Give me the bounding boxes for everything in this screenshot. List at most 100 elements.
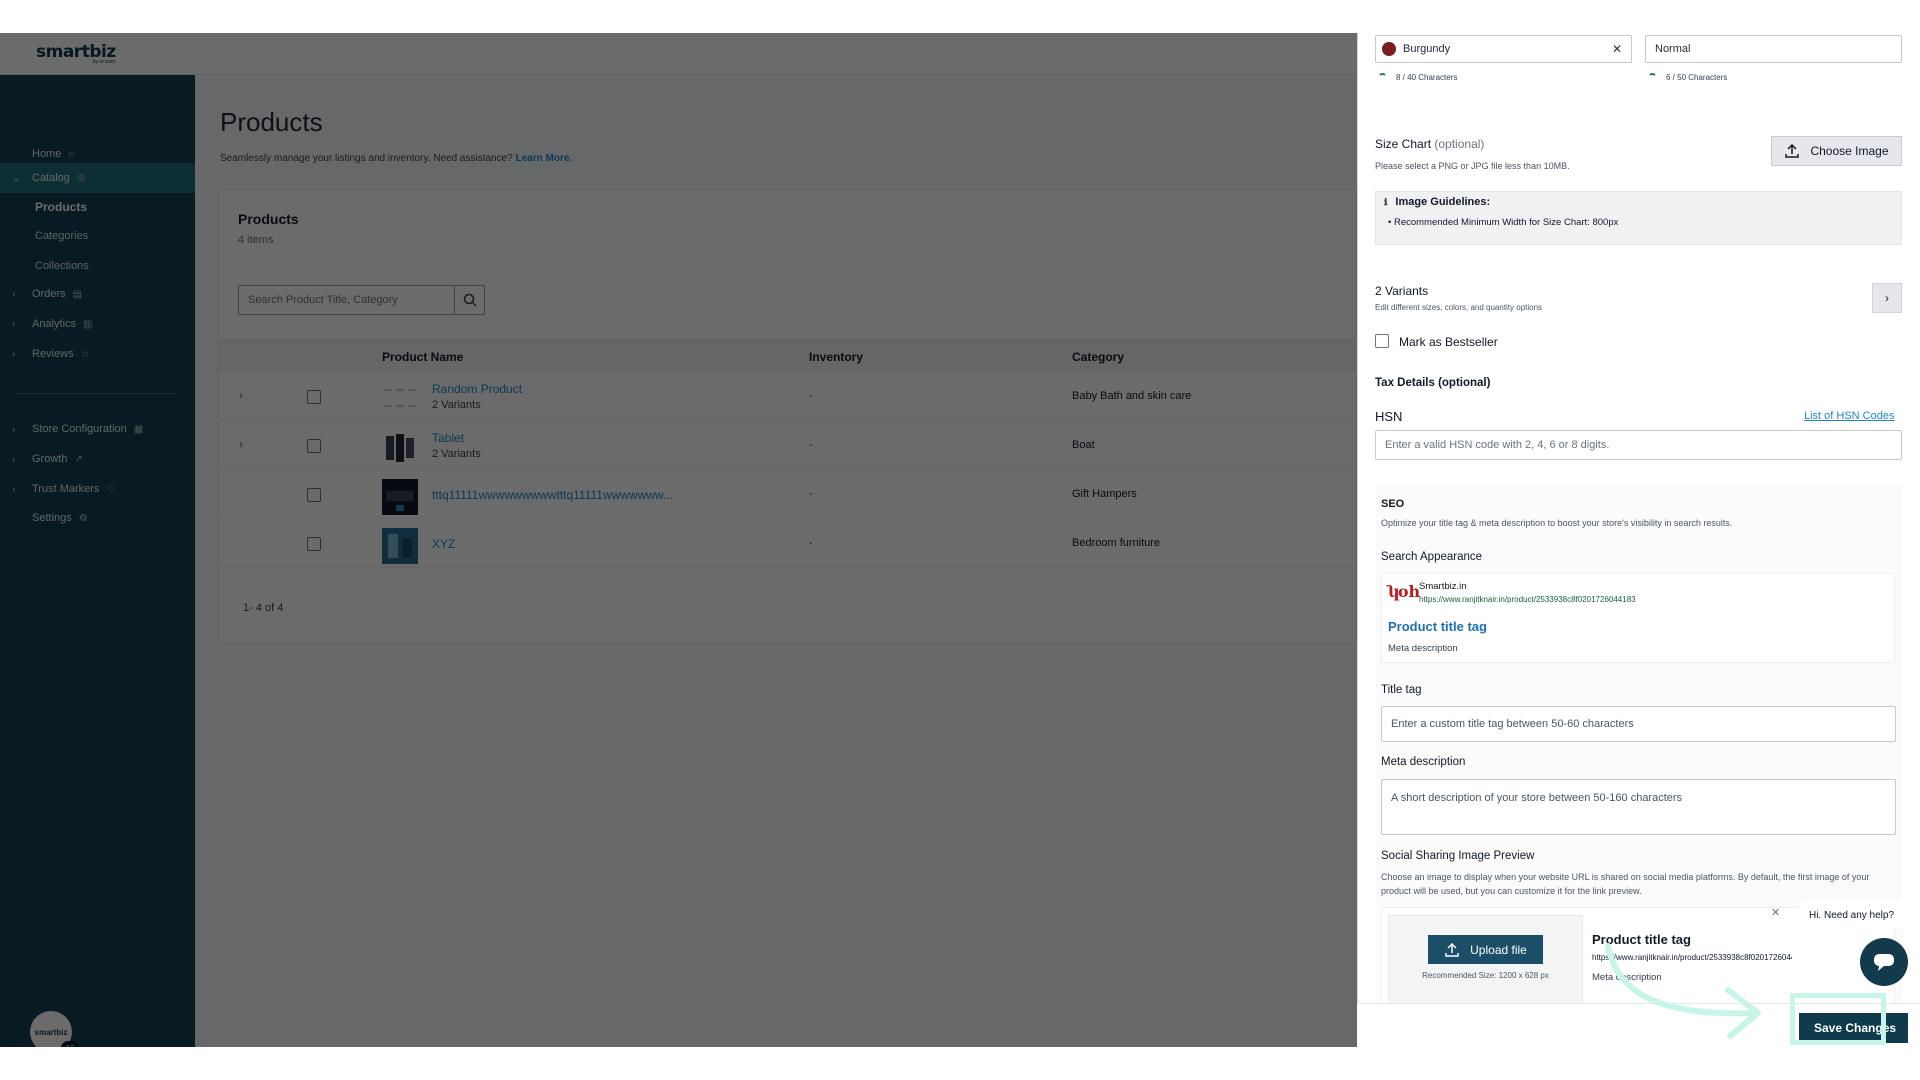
color-swatch [1382, 42, 1396, 56]
row-checkbox[interactable] [307, 488, 321, 502]
guidelines-title: ℹ Image Guidelines: [1384, 196, 1490, 208]
search-button[interactable] [454, 285, 485, 315]
hsn-label: HSN [1375, 409, 1403, 424]
row-checkbox[interactable] [307, 439, 321, 453]
bar-chart-icon: ▥ [83, 318, 93, 330]
size-chart-label: Size Chart (optional) [1375, 137, 1484, 151]
product-name-link[interactable]: XYZ [432, 537, 455, 551]
sidebar: Home ⌂ ⌄ Catalog ◎ Products Categories C… [0, 75, 195, 1047]
upload-icon [1785, 143, 1800, 158]
social-sharing-label: Social Sharing Image Preview [1381, 850, 1535, 862]
fit-type-field[interactable]: Normal [1645, 35, 1902, 63]
meta-description-textarea[interactable]: A short description of your store betwee… [1381, 779, 1896, 835]
title-tag-label: Title tag [1381, 684, 1422, 696]
row-checkbox[interactable] [307, 390, 321, 404]
expand-row-icon[interactable]: › [239, 388, 243, 402]
page-subtitle: Seamlessly manage your listings and inve… [220, 153, 572, 164]
chevron-down-icon: ⌄ [12, 172, 21, 184]
preview-site-name: Smartbiz.in [1419, 581, 1467, 592]
sidebar-item-catalog[interactable]: ⌄ Catalog ◎ [0, 163, 195, 193]
chevron-right-icon: › [12, 423, 16, 435]
fit-char-counter: 6 / 50 Characters [1648, 73, 1727, 82]
category-value: Gift Hampers [1072, 488, 1137, 500]
size-chart-help: Please select a PNG or JPG file less tha… [1375, 161, 1570, 171]
table-row[interactable]: tttq11111wwwwwwwwwtttq11111wwwwwww... - … [219, 470, 1358, 519]
table-row[interactable]: › Random Product 2 Variants - Baby Bath … [219, 372, 1358, 421]
smartbiz-logo[interactable]: smartbiz by amazon [36, 42, 116, 65]
chat-icon [1874, 954, 1894, 971]
sidebar-item-label: Orders [32, 288, 66, 300]
hsn-input[interactable]: Enter a valid HSN code with 2, 4, 6 or 8… [1375, 430, 1902, 460]
upload-icon [1445, 942, 1459, 957]
learn-more-link[interactable]: Learn More. [516, 153, 573, 164]
choose-image-button[interactable]: Choose Image [1771, 136, 1902, 166]
sidebar-subitem-categories[interactable]: Categories [35, 230, 88, 242]
guidelines-title-text: Image Guidelines: [1395, 196, 1491, 208]
sidebar-subitem-products[interactable]: Products [35, 200, 87, 214]
variant-count: 2 Variants [432, 448, 481, 460]
sidebar-item-analytics[interactable]: › Analytics ▥ [0, 309, 195, 339]
hsn-codes-link[interactable]: List of HSN Codes [1804, 410, 1894, 422]
product-thumbnail [386, 434, 414, 462]
table-row[interactable]: › Tablet 2 Variants - Boat [219, 421, 1358, 470]
column-header-inventory[interactable]: Inventory [809, 350, 863, 364]
close-chat-prompt-icon[interactable]: ✕ [1771, 906, 1785, 922]
chat-launcher-button[interactable] [1860, 938, 1908, 986]
sidebar-item-label: Growth [32, 453, 68, 465]
sidebar-item-label: Store Configuration [32, 423, 127, 435]
progress-ring-icon [1648, 73, 1657, 82]
variant-count: 2 Variants [432, 399, 481, 411]
product-name-link[interactable]: Random Product [432, 382, 522, 396]
bestseller-checkbox[interactable] [1375, 334, 1389, 348]
color-char-counter: 8 / 40 Characters [1378, 73, 1457, 82]
product-name-link[interactable]: tttq11111wwwwwwwwwtttq11111wwwwwww... [432, 488, 673, 502]
color-name-field[interactable]: Burgundy ✕ [1375, 35, 1632, 63]
column-header-product-name[interactable]: Product Name [382, 350, 463, 364]
chevron-right-icon: › [12, 483, 16, 495]
sidebar-subitem-collections[interactable]: Collections [35, 260, 89, 272]
seo-title: SEO [1381, 498, 1405, 510]
counter-text: 8 / 40 Characters [1396, 73, 1458, 82]
title-tag-input[interactable]: Enter a custom title tag between 50-60 c… [1381, 706, 1896, 742]
variants-help: Edit different sizes, colors, and quanti… [1375, 303, 1543, 312]
row-checkbox[interactable] [307, 537, 321, 551]
product-thumbnail [384, 389, 416, 407]
guidelines-item: • Recommended Minimum Width for Size Cha… [1388, 217, 1619, 228]
column-header-category[interactable]: Category [1072, 350, 1124, 364]
chevron-right-icon: › [1885, 291, 1889, 305]
preview-url: https://www.ranjitknair.in/product/25339… [1419, 595, 1636, 604]
sidebar-item-growth[interactable]: › Growth ↗ [0, 444, 195, 474]
sidebar-item-store-configuration[interactable]: › Store Configuration ▦ [0, 414, 195, 444]
meta-description-label: Meta description [1381, 756, 1466, 768]
product-name-link[interactable]: Tablet [432, 431, 464, 445]
category-value: Bedroom furniture [1072, 537, 1161, 549]
upload-size-hint: Recommended Size: 1200 x 628 px [1422, 971, 1549, 980]
table-header: Product Name Inventory Category [219, 339, 1358, 372]
item-count: 4 items [238, 234, 274, 246]
color-value: Burgundy [1403, 43, 1451, 55]
sidebar-item-reviews[interactable]: › Reviews ☆ [0, 339, 195, 369]
expand-row-icon[interactable]: › [239, 437, 243, 451]
bestseller-label: Mark as Bestseller [1399, 335, 1498, 349]
clear-color-icon[interactable]: ✕ [1612, 42, 1622, 56]
sidebar-item-label: Catalog [32, 172, 70, 184]
sidebar-item-trust-markers[interactable]: › Trust Markers ♡ [0, 474, 195, 504]
inventory-value: - [809, 439, 813, 451]
upload-file-button[interactable]: Upload file [1428, 935, 1543, 964]
sidebar-divider [15, 393, 177, 394]
guidelines-item-text: Recommended Minimum Width for Size Chart… [1393, 217, 1619, 228]
home-icon: ⌂ [68, 148, 75, 160]
sidebar-item-orders[interactable]: › Orders ▤ [0, 279, 195, 309]
seo-help: Optimize your title tag & meta descripti… [1381, 518, 1733, 528]
sidebar-item-label: Reviews [32, 348, 74, 360]
clipboard-icon: ▤ [72, 288, 83, 300]
search-input[interactable]: Search Product Title, Category [238, 285, 455, 315]
products-card: Products 4 items Search Product Title, C… [218, 189, 1358, 644]
open-variants-button[interactable]: › [1872, 283, 1902, 313]
main-content: Products Seamlessly manage your listings… [195, 75, 1358, 1047]
chat-prompt[interactable]: Hi. Need any help? [1799, 901, 1904, 929]
sidebar-item-settings[interactable]: Settings ⚙ [0, 503, 195, 533]
store-icon: ▦ [133, 423, 144, 435]
info-icon: ℹ [1384, 197, 1388, 207]
table-row[interactable]: XYZ - Bedroom furniture [219, 519, 1358, 568]
